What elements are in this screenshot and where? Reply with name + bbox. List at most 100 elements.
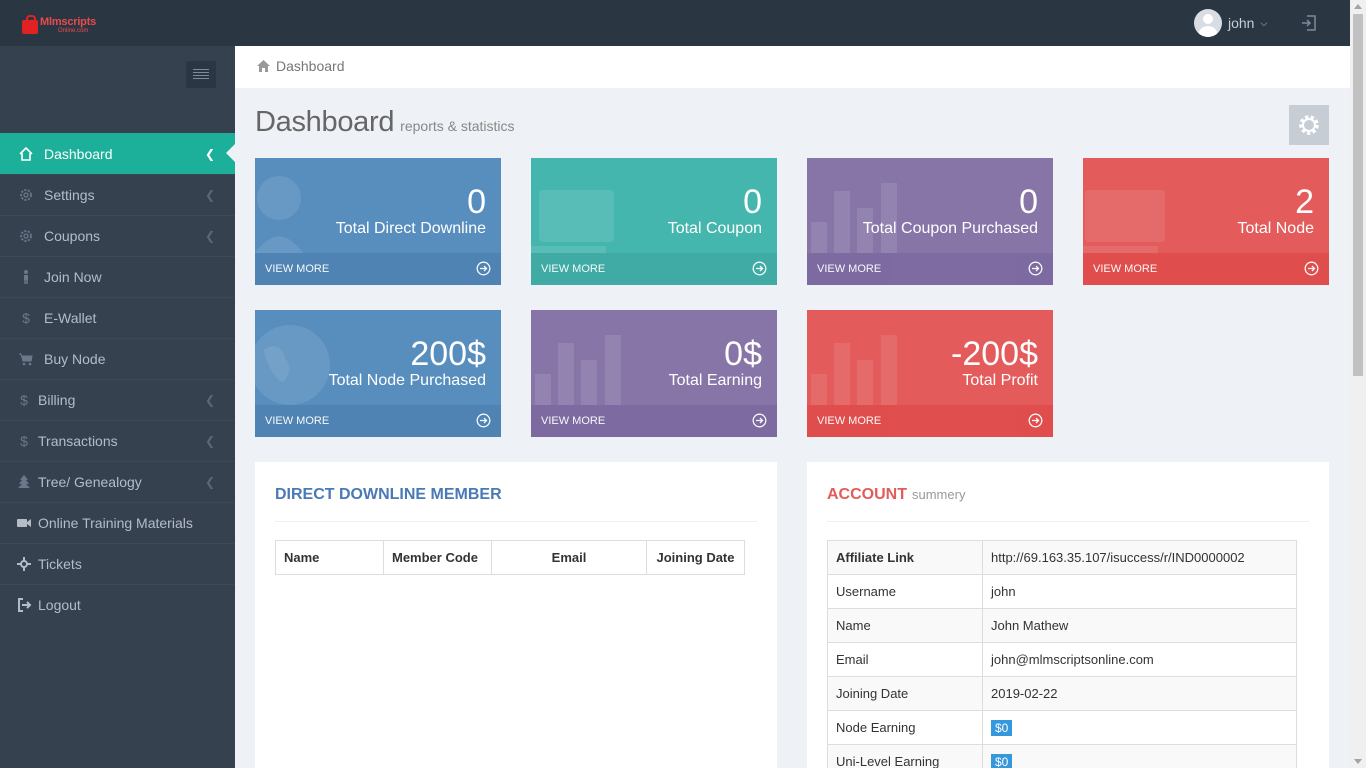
view-more-link[interactable]: VIEW MORE: [531, 405, 777, 437]
tile-value: 0: [467, 183, 486, 221]
chevron-down-icon: ⌵: [1260, 17, 1268, 28]
chevron-left-icon: ❮: [204, 475, 215, 489]
view-more-link[interactable]: VIEW MORE: [255, 253, 501, 285]
breadcrumb: Dashboard: [257, 58, 345, 74]
home-icon: [257, 60, 270, 72]
table-row: Uni-Level Earning $0: [827, 744, 1297, 768]
dollar-icon: $: [22, 310, 30, 326]
tile-label: Total Direct Downline: [335, 220, 486, 237]
row-value: $0: [982, 710, 1297, 745]
sidebar-item-transactions[interactable]: $ Transactions ❮: [0, 420, 235, 461]
sidebar: Dashboard ❮ Settings ❮ Coupons ❮ Join No…: [0, 46, 236, 768]
sidebar-item-settings[interactable]: Settings ❮: [0, 174, 235, 215]
table-row: Email john@mlmscriptsonline.com: [827, 642, 1297, 677]
view-more-label: VIEW MORE: [817, 263, 882, 275]
page-title: Dashboard reports & statistics: [255, 106, 515, 139]
account-table: Affiliate Link http://69.163.35.107/isuc…: [827, 540, 1297, 768]
dollar-icon: $: [20, 392, 28, 408]
sidebar-item-label: Billing: [38, 392, 76, 408]
user-menu[interactable]: john ⌵: [1194, 9, 1267, 37]
sidebar-item-join-now[interactable]: Join Now: [0, 256, 235, 297]
view-more-link[interactable]: VIEW MORE: [531, 253, 777, 285]
portlet-title: ACCOUNT summery: [827, 486, 965, 504]
user-icon: [255, 176, 303, 253]
chevron-left-icon: ❮: [204, 393, 215, 407]
row-key: Joining Date: [827, 676, 983, 711]
row-key: Node Earning: [827, 710, 983, 745]
row-key: Uni-Level Earning: [827, 744, 983, 768]
dollar-icon: $: [20, 433, 28, 449]
sidebar-item-e-wallet[interactable]: $ E-Wallet: [0, 297, 235, 338]
view-more-link[interactable]: VIEW MORE: [807, 405, 1053, 437]
divider: [827, 521, 1309, 522]
sidebar-item-label: Online Training Materials: [38, 515, 193, 531]
table-row: Joining Date 2019-02-22: [827, 676, 1297, 711]
tile-label: Total Coupon: [667, 220, 762, 237]
sidebar-item-label: Transactions: [38, 433, 118, 449]
page-title-text: Dashboard: [255, 106, 395, 138]
earning-badge: $0: [991, 719, 1013, 736]
scroll-up-arrow-icon[interactable]: [1354, 4, 1362, 9]
view-more-label: VIEW MORE: [265, 263, 330, 275]
row-key: Name: [827, 608, 983, 643]
view-more-label: VIEW MORE: [541, 415, 606, 427]
sidebar-item-dashboard[interactable]: Dashboard ❮: [0, 133, 236, 174]
logo-brand: Mlmscripts: [40, 16, 97, 28]
breadcrumb-dashboard-link[interactable]: Dashboard: [276, 58, 345, 74]
sidebar-item-online-training-materials[interactable]: Online Training Materials: [0, 502, 235, 543]
view-more-link[interactable]: VIEW MORE: [807, 253, 1053, 285]
account-summary-portlet: ACCOUNT summery Affiliate Link http://69…: [807, 462, 1329, 768]
tile-total-coupon-purchased: 0 Total Coupon Purchased VIEW MORE: [807, 158, 1053, 285]
sidebar-item-tickets[interactable]: Tickets: [0, 543, 235, 584]
direct-downline-portlet: DIRECT DOWNLINE MEMBER Name Member Code …: [255, 462, 777, 768]
tile-label: Total Node: [1237, 220, 1315, 237]
downline-table: Name Member Code Email Joining Date: [275, 540, 745, 575]
earning-badge: $0: [991, 753, 1013, 768]
page-subtitle: reports & statistics: [400, 118, 515, 134]
sidebar-item-buy-node[interactable]: Buy Node: [0, 338, 235, 379]
sidebar-item-label: Coupons: [44, 228, 101, 244]
logo[interactable]: Mlmscripts Online.com: [22, 15, 96, 39]
sidebar-item-billing[interactable]: $ Billing ❮: [0, 379, 235, 420]
table-row: Affiliate Link http://69.163.35.107/isuc…: [827, 540, 1297, 575]
view-more-link[interactable]: VIEW MORE: [1083, 253, 1329, 285]
sidebar-item-logout[interactable]: Logout: [0, 584, 235, 625]
column-header-member-code[interactable]: Member Code: [383, 540, 492, 575]
portlet-subtitle: summery: [912, 487, 966, 502]
sidebar-item-label: Tickets: [38, 556, 82, 572]
sidebar-item-label: E-Wallet: [44, 310, 97, 326]
table-row: Username john: [827, 574, 1297, 609]
row-value: 2019-02-22: [982, 676, 1297, 711]
tile-total-node: 2 Total Node VIEW MORE: [1083, 158, 1329, 285]
menu-toggle-button[interactable]: [186, 61, 216, 88]
sidebar-item-coupons[interactable]: Coupons ❮: [0, 215, 235, 256]
tile-value: -200$: [951, 335, 1038, 373]
view-more-link[interactable]: VIEW MORE: [255, 405, 501, 437]
sidebar-item-label: Buy Node: [44, 351, 106, 367]
scroll-down-arrow-icon[interactable]: [1354, 759, 1362, 764]
page-bar: Dashboard: [235, 46, 1350, 88]
gear-icon: [1299, 115, 1319, 135]
theme-settings-button[interactable]: [1289, 105, 1329, 145]
logout-icon[interactable]: [1300, 14, 1318, 32]
column-header-joining-date[interactable]: Joining Date: [646, 540, 745, 575]
gear-icon: [18, 228, 34, 244]
tile-label: Total Node Purchased: [328, 372, 486, 389]
logout-icon: [16, 597, 32, 613]
tile-value: 2: [1295, 183, 1314, 221]
scrollbar-thumb[interactable]: [1353, 14, 1363, 376]
affiliate-link-value[interactable]: http://69.163.35.107/isuccess/r/IND00000…: [982, 540, 1297, 575]
shopping-bag-icon: [22, 15, 38, 34]
row-value: $0: [982, 744, 1297, 768]
sidebar-item-tree-genealogy[interactable]: Tree/ Genealogy ❮: [0, 461, 235, 502]
sidebar-menu: Dashboard ❮ Settings ❮ Coupons ❮ Join No…: [0, 133, 236, 625]
column-header-email[interactable]: Email: [491, 540, 647, 575]
chevron-left-icon: ❮: [204, 434, 215, 448]
tile-label: Total Coupon Purchased: [862, 220, 1038, 237]
tree-icon: [16, 474, 32, 490]
table-row: Name John Mathew: [827, 608, 1297, 643]
arrow-circle-right-icon: [1028, 261, 1043, 276]
sidebar-item-label: Tree/ Genealogy: [38, 474, 142, 490]
page-scrollbar[interactable]: [1350, 0, 1366, 768]
column-header-name[interactable]: Name: [275, 540, 384, 575]
